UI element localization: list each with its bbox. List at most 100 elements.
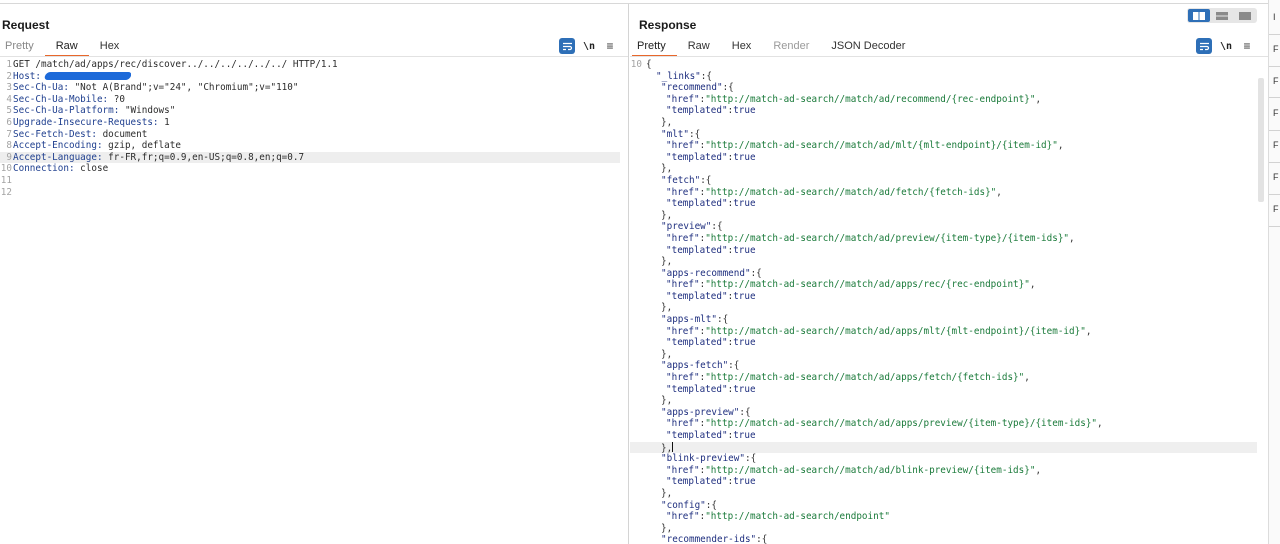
response-word-wrap-button[interactable] [1196, 38, 1212, 54]
json-key: "href" [666, 140, 700, 152]
edge-item[interactable]: F [1273, 76, 1280, 86]
json-key: "href" [666, 372, 700, 384]
line-number [630, 233, 644, 245]
request-tab-raw[interactable]: Raw [44, 39, 89, 57]
rows-icon [1216, 11, 1228, 20]
word-wrap-button[interactable] [559, 38, 575, 54]
response-line: "href":"http://match-ad-search//match/ad… [630, 187, 1258, 199]
header-name: Upgrade-Insecure-Requests: [13, 116, 159, 128]
request-line: 11 [0, 175, 620, 187]
line-text: }, [644, 256, 672, 268]
header-value: gzip, deflate [102, 140, 181, 152]
json-key: "apps-preview" [661, 406, 740, 418]
response-tab-render[interactable]: Render [762, 39, 820, 57]
header-value: ?0 [108, 93, 125, 105]
line-text: "apps-fetch":{ [644, 360, 739, 372]
line-number [630, 488, 644, 500]
response-menu-icon[interactable]: ≡ [1240, 39, 1254, 53]
request-line: 8 Accept-Encoding: gzip, deflate [0, 140, 620, 152]
json-punct: , [1069, 232, 1075, 244]
response-tab-pretty[interactable]: Pretty [632, 39, 677, 57]
line-number [630, 500, 644, 512]
layout-tabs-button[interactable] [1234, 9, 1256, 22]
json-literal: true [733, 244, 756, 256]
response-line: }, [630, 210, 1258, 222]
response-line: }, [630, 256, 1258, 268]
edge-item[interactable]: F [1273, 204, 1280, 214]
request-line: 6 Upgrade-Insecure-Requests: 1 [0, 117, 620, 129]
json-key: "templated" [666, 430, 728, 441]
json-punct: :{ [716, 314, 729, 326]
response-line: "apps-fetch":{ [630, 360, 1258, 372]
line-text: }, [644, 488, 672, 500]
line-number [630, 430, 644, 442]
show-newlines-button[interactable]: \n [581, 41, 597, 52]
header-name: Host: [13, 70, 41, 82]
response-line: }, [630, 441, 1257, 454]
header-value: "Not A(Brand";v="24", "Chromium";v="110" [68, 82, 299, 94]
json-punct: , [1035, 93, 1042, 105]
layout-stacked-button[interactable] [1211, 9, 1233, 22]
edge-divider [1269, 66, 1280, 67]
json-punct: }, [661, 522, 673, 534]
line-text: "href":"http://match-ad-search//match/ad… [644, 418, 1103, 430]
json-punct: :{ [744, 453, 757, 465]
request-tab-hex[interactable]: Hex [89, 39, 131, 57]
json-punct: { [646, 59, 652, 70]
request-editor[interactable]: 1 GET /match/ad/apps/rec/discover../../..… [0, 59, 620, 198]
line-text: "templated":true [644, 430, 756, 442]
json-punct: }, [661, 163, 673, 175]
header-name: Accept-Language: [13, 151, 103, 163]
json-key: "recommender-ids" [661, 534, 757, 544]
line-number [630, 291, 644, 303]
response-show-newlines-button[interactable]: \n [1218, 41, 1234, 52]
line-number [630, 175, 644, 187]
response-line: "href":"http://match-ad-search//match/ad… [630, 418, 1258, 430]
request-line: 12 [0, 187, 620, 199]
edge-item[interactable]: F [1273, 140, 1280, 150]
line-number [630, 129, 644, 141]
line-text: GET /match/ad/apps/rec/discover../../../… [13, 59, 338, 70]
request-menu-icon[interactable]: ≡ [603, 39, 617, 53]
line-number [630, 268, 644, 280]
line-number [630, 523, 644, 535]
response-toolbar: \n ≡ [1196, 38, 1254, 54]
json-string: "http://match-ad-search//match/ad/blink-… [705, 464, 1036, 476]
line-text: }, [644, 117, 672, 129]
edge-item[interactable]: F [1273, 172, 1280, 182]
response-line: "href":"http://match-ad-search//match/ad… [630, 465, 1258, 477]
layout-side-by-side-button[interactable] [1188, 9, 1210, 22]
response-tab-raw[interactable]: Raw [677, 39, 721, 57]
line-text: }, [644, 395, 672, 407]
line-number [630, 465, 644, 477]
line-number [630, 476, 644, 488]
response-line: "apps-mlt":{ [630, 314, 1258, 326]
line-number [630, 511, 644, 523]
json-key: "blink-preview" [661, 453, 745, 465]
response-line: "templated":true [630, 105, 1258, 117]
response-editor[interactable]: 10{"_links":{"recommend":{"href":"http:/… [630, 59, 1258, 544]
json-key: "fetch" [661, 174, 701, 186]
response-line: "mlt":{ [630, 129, 1258, 141]
response-line: }, [630, 488, 1258, 500]
response-tab-hex[interactable]: Hex [721, 39, 763, 57]
request-line: 7 Sec-Fetch-Dest: document [0, 129, 620, 141]
json-punct: }, [661, 487, 673, 499]
response-scrollbar[interactable] [1258, 78, 1264, 202]
request-tab-pretty[interactable]: Pretty [0, 39, 45, 57]
json-punct: }, [661, 209, 673, 221]
edge-item[interactable]: F [1273, 108, 1280, 118]
line-text: Connection: close [13, 163, 108, 175]
line-text: "templated":true [644, 476, 756, 488]
response-line: "preview":{ [630, 221, 1258, 233]
edge-item[interactable]: I [1273, 12, 1280, 22]
line-number [630, 117, 644, 129]
line-text: Sec-Ch-Ua: "Not A(Brand";v="24", "Chromi… [13, 82, 298, 94]
response-line: "href":"http://match-ad-search/endpoint" [630, 511, 1258, 523]
response-line: "href":"http://match-ad-search//match/ad… [630, 326, 1258, 338]
edge-item[interactable]: F [1273, 44, 1280, 54]
line-text: "href":"http://match-ad-search/endpoint" [644, 511, 890, 523]
line-number: 7 [6, 128, 12, 140]
response-tab-json-decoder[interactable]: JSON Decoder [820, 39, 916, 57]
line-number: 6 [6, 116, 12, 128]
